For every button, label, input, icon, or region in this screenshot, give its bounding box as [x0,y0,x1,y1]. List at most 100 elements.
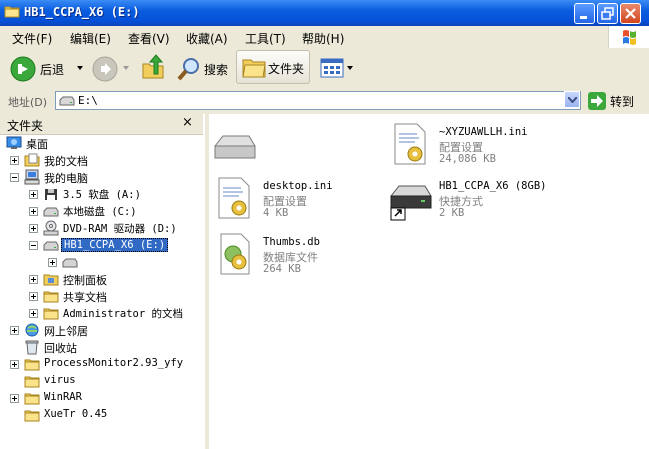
expand-icon[interactable] [29,224,38,233]
control-panel-icon [43,274,59,286]
close-button[interactable] [620,3,641,24]
floppy-icon [45,189,57,200]
views-button[interactable] [318,54,356,82]
config-file-icon [218,177,250,219]
tree-label-selected: HB1_CCPA_X6 (E:) [61,238,169,252]
file-item-desktop-ini[interactable]: desktop.ini 配置设置 4 KB [211,174,381,226]
up-folder-icon[interactable] [140,54,166,80]
go-button[interactable]: 转到 [586,91,646,111]
expand-icon[interactable] [29,292,38,301]
collapse-icon[interactable] [29,241,38,250]
tree-label: 网上邻居 [44,325,88,338]
window-title: HB1_CCPA_X6 (E:) [24,5,140,19]
my-documents-icon [24,153,40,167]
chevron-down-icon [568,97,577,103]
tree-label: 我的文档 [44,155,88,168]
tree-label: 我的电脑 [44,172,88,185]
go-label: 转到 [610,95,635,109]
expand-icon[interactable] [29,275,38,284]
windows-logo-icon [608,26,649,48]
search-icon [177,58,199,81]
expand-icon[interactable] [29,309,38,318]
file-size: 2 KB [439,207,465,219]
file-item-drive-shortcut[interactable]: HB1_CCPA_X6 (8GB) 快捷方式 2 KB [387,174,587,226]
network-icon [25,323,39,337]
file-size: 24,086 KB [439,153,496,165]
address-bar: 地址(D) E:\ 转到 [0,88,649,115]
tree-label: 回收站 [44,342,77,355]
back-arrow-icon [10,56,36,82]
forward-button[interactable] [90,52,130,84]
drive-icon [214,135,256,159]
search-button[interactable]: 搜索 [172,52,234,84]
expand-icon[interactable] [10,326,19,335]
close-icon [625,8,636,19]
expand-icon[interactable] [10,156,19,165]
address-value: E:\ [78,94,98,107]
menu-tools[interactable]: 工具(T) [245,30,286,47]
tree-label: 控制面板 [63,274,107,287]
menu-file[interactable]: 文件(F) [12,30,52,47]
drive-icon [62,258,78,268]
menu-help[interactable]: 帮助(H) [302,30,344,47]
folders-label: 文件夹 [268,62,305,76]
menu-favorites[interactable]: 收藏(A) [186,30,228,47]
restore-icon [601,7,614,20]
views-icon [320,58,344,78]
expand-icon[interactable] [10,394,19,403]
tree-label: 3.5 软盘 (A:) [63,189,141,201]
expand-icon[interactable] [48,258,57,267]
folder-icon [43,308,59,320]
file-size: 4 KB [263,207,289,219]
expand-icon[interactable] [29,190,38,199]
desktop-icon [6,136,22,149]
search-label: 搜索 [204,63,229,77]
file-item-unnamed-drive[interactable] [211,122,381,174]
folder-pane-close-button[interactable]: × [182,115,193,130]
minimize-button[interactable] [574,3,595,24]
my-computer-icon [24,169,40,185]
file-size: 264 KB [263,263,301,275]
chevron-down-icon [77,66,83,70]
folder-icon [24,376,40,388]
folders-button[interactable]: 文件夹 [236,50,310,84]
menu-edit[interactable]: 编辑(E) [70,30,111,47]
expand-icon[interactable] [29,207,38,216]
folder-icon [4,6,20,18]
address-dropdown-button[interactable] [564,91,580,108]
collapse-icon[interactable] [10,173,19,182]
file-item-thumbs-db[interactable]: Thumbs.db 数据库文件 264 KB [211,230,381,282]
tree-label: 桌面 [26,138,48,151]
dvd-drive-icon [43,220,59,236]
removable-drive-icon [43,241,59,251]
folder-icon [242,59,266,78]
forward-arrow-icon [92,56,118,82]
tree-label: WinRAR [44,391,82,403]
file-item-xyzuawllh-ini[interactable]: ~XYZUAWLLH.ini 配置设置 24,086 KB [387,120,587,172]
minimize-icon [580,16,587,19]
folder-icon [43,291,59,303]
folder-pane-title: 文件夹 [7,119,44,133]
address-input[interactable]: E:\ [55,91,581,110]
folder-icon [24,359,40,371]
file-name: desktop.ini [263,180,333,192]
recycle-bin-icon [25,340,39,355]
address-label: 地址(D) [8,96,48,109]
file-name: HB1_CCPA_X6 (8GB) [439,180,547,192]
menu-view[interactable]: 查看(V) [128,30,170,47]
tree-label: Administrator 的文档 [63,308,184,320]
folder-icon [24,393,40,405]
expand-icon[interactable] [10,360,19,369]
file-name: ~XYZUAWLLH.ini [439,126,528,138]
maximize-button[interactable] [597,3,618,24]
menu-bar: 文件(F) 编辑(E) 查看(V) 收藏(A) 工具(T) 帮助(H) [0,26,649,49]
tree-label: XueTr 0.45 [44,408,108,420]
folder-icon [24,410,40,422]
back-button[interactable]: 后退 [8,52,92,84]
title-bar: HB1_CCPA_X6 (E:) [0,0,649,26]
back-label: 后退 [40,63,65,77]
folder-pane-header: 文件夹 × [0,114,203,135]
tree-label: 共享文档 [63,291,107,304]
drive-icon [59,96,75,106]
file-name: Thumbs.db [263,236,320,248]
